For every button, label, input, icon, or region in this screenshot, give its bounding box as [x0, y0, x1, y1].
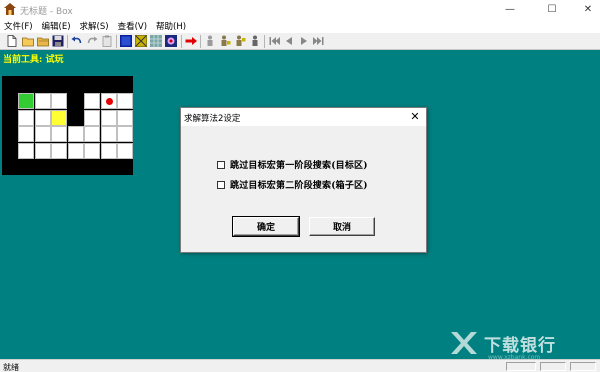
clipboard-icon[interactable]	[101, 35, 113, 47]
board-cell[interactable]	[34, 142, 51, 159]
board-cell[interactable]	[117, 142, 133, 159]
board-cell[interactable]	[84, 93, 100, 109]
target-dot-icon	[105, 98, 113, 105]
status-pane	[570, 362, 596, 371]
undo-icon[interactable]	[71, 35, 83, 47]
man-alt-icon[interactable]	[249, 35, 261, 47]
board-cell[interactable]	[34, 93, 51, 109]
board-cell[interactable]	[117, 126, 133, 142]
next-icon[interactable]	[298, 35, 310, 47]
option-skip-stage1[interactable]: 跳过目标宏第一阶段搜索(目标区)	[217, 158, 368, 171]
status-pane	[540, 362, 566, 371]
toolbar-separator	[200, 35, 201, 48]
solver-settings-dialog: 求解算法2设定 ✕ 跳过目标宏第一阶段搜索(目标区) 跳过目标宏第二阶段搜索(箱…	[180, 107, 427, 253]
board-cell[interactable]	[51, 93, 67, 109]
option-skip-stage2-label: 跳过目标宏第二阶段搜索(箱子区)	[230, 181, 368, 191]
prev-icon[interactable]	[283, 35, 295, 47]
maximize-button[interactable]: ☐	[534, 0, 570, 18]
board-cell[interactable]	[117, 109, 133, 126]
board-cell[interactable]	[67, 142, 84, 159]
watermark-text: 下载银行	[484, 335, 556, 356]
man-step-icon[interactable]	[234, 35, 246, 47]
board-cell[interactable]	[84, 109, 100, 126]
board-cell[interactable]	[34, 126, 51, 142]
first-icon[interactable]	[268, 35, 280, 47]
man-push-icon[interactable]	[219, 35, 231, 47]
option-skip-stage1-label: 跳过目标宏第一阶段搜索(目标区)	[230, 161, 368, 171]
target-tile[interactable]	[100, 93, 117, 109]
menu-bar: 文件(F) 编辑(E) 求解(S) 查看(V) 帮助(H)	[0, 18, 600, 33]
app-icon	[4, 3, 16, 15]
minimize-button[interactable]: —	[492, 0, 528, 18]
menu-file[interactable]: 文件(F)	[4, 20, 33, 32]
open-folder-alt-icon[interactable]	[37, 35, 49, 47]
wall-tile-icon[interactable]	[120, 35, 132, 47]
board-cell[interactable]	[51, 126, 67, 142]
board-cell[interactable]	[34, 109, 51, 126]
player-tile[interactable]	[18, 93, 34, 109]
save-icon[interactable]	[52, 35, 64, 47]
open-folder-icon[interactable]	[22, 35, 34, 47]
menu-solve[interactable]: 求解(S)	[80, 20, 109, 32]
run-arrow-icon[interactable]	[185, 35, 197, 47]
board-cell[interactable]	[18, 142, 34, 159]
board-cell[interactable]	[117, 93, 133, 109]
current-tool-label: 当前工具: 试玩	[3, 55, 64, 65]
ok-button[interactable]: 确定	[232, 216, 300, 237]
last-icon[interactable]	[313, 35, 325, 47]
maximize-icon: ☐	[547, 3, 557, 15]
watermark-logo-icon	[451, 332, 477, 354]
board-cell[interactable]	[18, 109, 34, 126]
toolbar-separator	[181, 35, 182, 48]
toolbar-separator	[67, 35, 68, 48]
window-title: 无标题 - Box	[20, 7, 73, 17]
target-tile-icon[interactable]	[165, 35, 177, 47]
checkbox-skip-stage2[interactable]	[217, 180, 225, 189]
redo-icon[interactable]	[86, 35, 98, 47]
close-icon: ✕	[583, 3, 593, 15]
dialog-close-icon[interactable]: ✕	[408, 110, 422, 124]
close-button[interactable]: ✕	[570, 0, 600, 18]
man-icon[interactable]	[204, 35, 216, 47]
checkbox-skip-stage1[interactable]	[217, 160, 225, 169]
status-text: 就绪	[3, 363, 19, 372]
board-cell[interactable]	[100, 142, 117, 159]
menu-edit[interactable]: 编辑(E)	[42, 20, 71, 32]
board-cell[interactable]	[100, 109, 117, 126]
menu-help[interactable]: 帮助(H)	[156, 20, 186, 32]
board-cell[interactable]	[51, 142, 67, 159]
board-cell[interactable]	[18, 126, 34, 142]
toolbar-separator	[264, 35, 265, 48]
board-cell[interactable]	[67, 126, 84, 142]
status-bar: 就绪	[0, 359, 600, 372]
watermark: 下载银行 www.xzbank.com	[448, 326, 588, 361]
status-pane	[506, 362, 536, 371]
sokoban-board[interactable]	[2, 76, 133, 175]
dialog-title-bar: 求解算法2设定 ✕	[181, 108, 426, 126]
dialog-title: 求解算法2设定	[184, 114, 241, 124]
board-cell[interactable]	[84, 126, 100, 142]
title-bar: 无标题 - Box — ☐ ✕	[0, 0, 600, 18]
option-skip-stage2[interactable]: 跳过目标宏第二阶段搜索(箱子区)	[217, 178, 368, 191]
new-file-icon[interactable]	[6, 35, 18, 47]
floor-tile-icon[interactable]	[150, 35, 162, 47]
board-cell[interactable]	[84, 142, 100, 159]
cancel-button[interactable]: 取消	[309, 217, 375, 236]
menu-view[interactable]: 查看(V)	[118, 20, 147, 32]
toolbar-separator	[116, 35, 117, 48]
box-tile[interactable]	[51, 109, 67, 126]
box-tile-icon[interactable]	[135, 35, 147, 47]
toolbar	[0, 33, 600, 50]
board-cell[interactable]	[100, 126, 117, 142]
minimize-icon: —	[505, 3, 515, 15]
